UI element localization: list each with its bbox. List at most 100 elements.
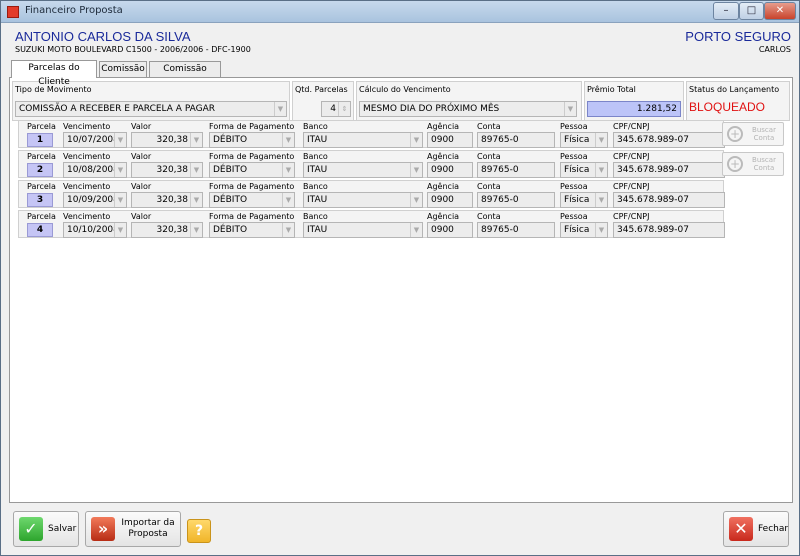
conta-field[interactable]: 89765-0: [477, 132, 555, 148]
calculo-vencimento-label: Cálculo do Vencimento: [359, 85, 451, 94]
vencimento-field[interactable]: 10/08/2008 ▼: [63, 162, 127, 178]
cpf-cnpj-field[interactable]: 345.678.989-07: [613, 222, 725, 238]
tab-comissao-extra[interactable]: Comissão Extra: [149, 61, 221, 88]
conta-value: 89765-0: [481, 165, 519, 175]
vencimento-value: 10/07/2008: [67, 135, 119, 145]
conta-label: Conta: [477, 152, 501, 161]
chevron-down-icon: ▼: [114, 223, 126, 237]
calculo-vencimento-group: Cálculo do Vencimento MESMO DIA DO PRÓXI…: [356, 81, 582, 121]
title-bar: Financeiro Proposta – □ ✕: [1, 1, 799, 23]
conta-field[interactable]: 89765-0: [477, 222, 555, 238]
help-button[interactable]: ?: [187, 519, 211, 543]
valor-field[interactable]: 320,38 ▼: [131, 222, 203, 238]
cpf-value: 345.678.989-07: [617, 135, 689, 145]
parcela-row: Parcela 2 Vencimento 10/08/2008 ▼ Valor 320,38…: [18, 150, 725, 178]
conta-value: 89765-0: [481, 195, 519, 205]
pessoa-select[interactable]: Física ▼: [560, 162, 608, 178]
parcela-label: Parcela: [27, 212, 56, 221]
tab-parcelas-cliente[interactable]: Parcelas do Cliente: [11, 60, 97, 87]
chevron-down-icon: ▼: [564, 102, 576, 116]
qtd-parcelas-stepper[interactable]: 4 ⇕: [321, 101, 351, 117]
cpf-cnpj-field[interactable]: 345.678.989-07: [613, 162, 725, 178]
chevron-down-icon: ▼: [282, 133, 294, 147]
chevron-down-icon: ▼: [114, 193, 126, 207]
pessoa-value: Física: [564, 225, 590, 235]
pessoa-label: Pessoa: [560, 122, 588, 131]
qtd-parcelas-label: Qtd. Parcelas: [295, 85, 348, 94]
banco-select[interactable]: ITAU ▼: [303, 222, 423, 238]
spinner-icon[interactable]: ⇕: [338, 102, 350, 116]
vencimento-label: Vencimento: [63, 122, 111, 131]
valor-field[interactable]: 320,38 ▼: [131, 192, 203, 208]
premio-total-label: Prêmio Total: [587, 85, 636, 94]
banco-select[interactable]: ITAU ▼: [303, 132, 423, 148]
agencia-field[interactable]: 0900: [427, 192, 473, 208]
banco-label: Banco: [303, 212, 328, 221]
close-window-button[interactable]: ✕: [764, 2, 796, 20]
chevron-down-icon: ▼: [595, 193, 607, 207]
parcelas-panel: Tipo de Movimento COMISSÃO A RECEBER E P…: [9, 77, 793, 503]
valor-field[interactable]: 320,38 ▼: [131, 162, 203, 178]
chevron-down-icon: ▼: [114, 133, 126, 147]
valor-field[interactable]: 320,38 ▼: [131, 132, 203, 148]
vencimento-value: 10/09/2008: [67, 195, 119, 205]
agencia-value: 0900: [431, 135, 454, 145]
tipo-movimento-select[interactable]: COMISSÃO A RECEBER E PARCELA A PAGAR ▼: [15, 101, 287, 117]
pessoa-value: Física: [564, 165, 590, 175]
pessoa-select[interactable]: Física ▼: [560, 222, 608, 238]
buscar-conta-button[interactable]: + Buscar Conta: [722, 122, 784, 146]
forma-pagamento-select[interactable]: DÉBITO ▼: [209, 222, 295, 238]
fechar-label: Fechar: [758, 524, 789, 534]
agencia-label: Agência: [427, 122, 460, 131]
salvar-button[interactable]: ✓ Salvar: [13, 511, 79, 547]
vencimento-value: 10/08/2008: [67, 165, 119, 175]
banco-select[interactable]: ITAU ▼: [303, 162, 423, 178]
cpf-cnpj-field[interactable]: 345.678.989-07: [613, 132, 725, 148]
pessoa-select[interactable]: Física ▼: [560, 192, 608, 208]
qtd-parcelas-value: 4: [330, 104, 336, 114]
conta-field[interactable]: 89765-0: [477, 192, 555, 208]
parcela-number: 4: [27, 223, 53, 237]
premio-total-field[interactable]: 1.281,52: [587, 101, 681, 117]
parcela-label: Parcela: [27, 152, 56, 161]
vencimento-field[interactable]: 10/09/2008 ▼: [63, 192, 127, 208]
valor-value: 320,38: [156, 195, 189, 205]
agencia-value: 0900: [431, 225, 454, 235]
banco-value: ITAU: [307, 135, 328, 145]
forma-label: Forma de Pagamento: [209, 212, 295, 221]
maximize-button[interactable]: □: [739, 2, 764, 20]
conta-label: Conta: [477, 212, 501, 221]
vencimento-field[interactable]: 10/10/2008 ▼: [63, 222, 127, 238]
chevron-down-icon: ▼: [410, 193, 422, 207]
chevron-down-icon: ▼: [595, 133, 607, 147]
parcela-row: Parcela 1 Vencimento 10/07/2008 ▼ Valor 320,38…: [18, 120, 725, 148]
close-icon: ✕: [729, 517, 753, 541]
conta-field[interactable]: 89765-0: [477, 162, 555, 178]
banco-value: ITAU: [307, 195, 328, 205]
banco-select[interactable]: ITAU ▼: [303, 192, 423, 208]
pessoa-select[interactable]: Física ▼: [560, 132, 608, 148]
calculo-vencimento-select[interactable]: MESMO DIA DO PRÓXIMO MÊS ▼: [359, 101, 577, 117]
agencia-field[interactable]: 0900: [427, 132, 473, 148]
vencimento-label: Vencimento: [63, 152, 111, 161]
fechar-button[interactable]: ✕ Fechar: [723, 511, 789, 547]
forma-pagamento-select[interactable]: DÉBITO ▼: [209, 132, 295, 148]
vencimento-label: Vencimento: [63, 212, 111, 221]
conta-label: Conta: [477, 182, 501, 191]
cpf-value: 345.678.989-07: [617, 165, 689, 175]
forma-label: Forma de Pagamento: [209, 182, 295, 191]
tab-comissao[interactable]: Comissão: [99, 61, 147, 77]
proposal-header: ANTONIO CARLOS DA SILVA SUZUKI MOTO BOUL…: [5, 24, 795, 60]
banco-label: Banco: [303, 152, 328, 161]
vencimento-label: Vencimento: [63, 182, 111, 191]
minimize-button[interactable]: –: [713, 2, 739, 20]
forma-pagamento-select[interactable]: DÉBITO ▼: [209, 162, 295, 178]
agencia-field[interactable]: 0900: [427, 222, 473, 238]
valor-value: 320,38: [156, 225, 189, 235]
cpf-cnpj-field[interactable]: 345.678.989-07: [613, 192, 725, 208]
agencia-field[interactable]: 0900: [427, 162, 473, 178]
forma-pagamento-select[interactable]: DÉBITO ▼: [209, 192, 295, 208]
importar-proposta-button[interactable]: » Importar da Proposta: [85, 511, 181, 547]
buscar-conta-button[interactable]: + Buscar Conta: [722, 152, 784, 176]
vencimento-field[interactable]: 10/07/2008 ▼: [63, 132, 127, 148]
